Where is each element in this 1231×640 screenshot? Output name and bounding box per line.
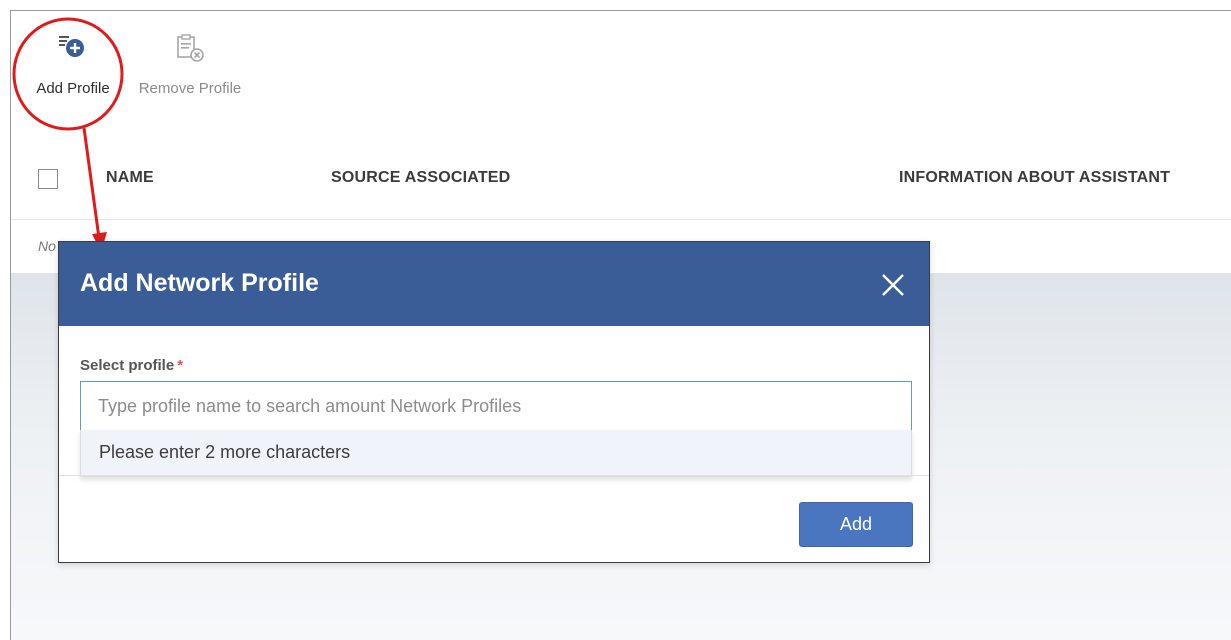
remove-profile-button[interactable]: Remove Profile [131, 33, 249, 97]
column-header-source-associated[interactable]: SOURCE ASSOCIATED [331, 169, 510, 187]
header-divider [11, 219, 1231, 220]
search-results-dropdown: Please enter 2 more characters [80, 430, 912, 477]
dialog-title: Add Network Profile [80, 269, 319, 297]
required-marker: * [177, 357, 184, 374]
add-profile-label: Add Profile [36, 80, 110, 97]
select-profile-label: Select profile * [80, 357, 184, 374]
close-icon[interactable] [879, 271, 907, 299]
remove-profile-icon [172, 33, 208, 68]
profile-search-input[interactable] [80, 381, 912, 431]
add-profile-icon [56, 33, 90, 68]
add-button[interactable]: Add [799, 502, 913, 547]
column-header-information-about-assistant[interactable]: INFORMATION ABOUT ASSISTANT [899, 169, 1170, 187]
remove-profile-label: Remove Profile [138, 80, 242, 97]
dialog-footer-divider [59, 475, 929, 476]
dialog-header: Add Network Profile [59, 242, 929, 326]
add-profile-button[interactable]: Add Profile [23, 33, 123, 97]
add-network-profile-dialog: Add Network Profile Select profile* Plea… [58, 241, 930, 563]
select-all-checkbox[interactable] [38, 169, 58, 189]
column-header-name[interactable]: NAME [106, 169, 154, 187]
dropdown-hint-message: Please enter 2 more characters [99, 442, 351, 462]
